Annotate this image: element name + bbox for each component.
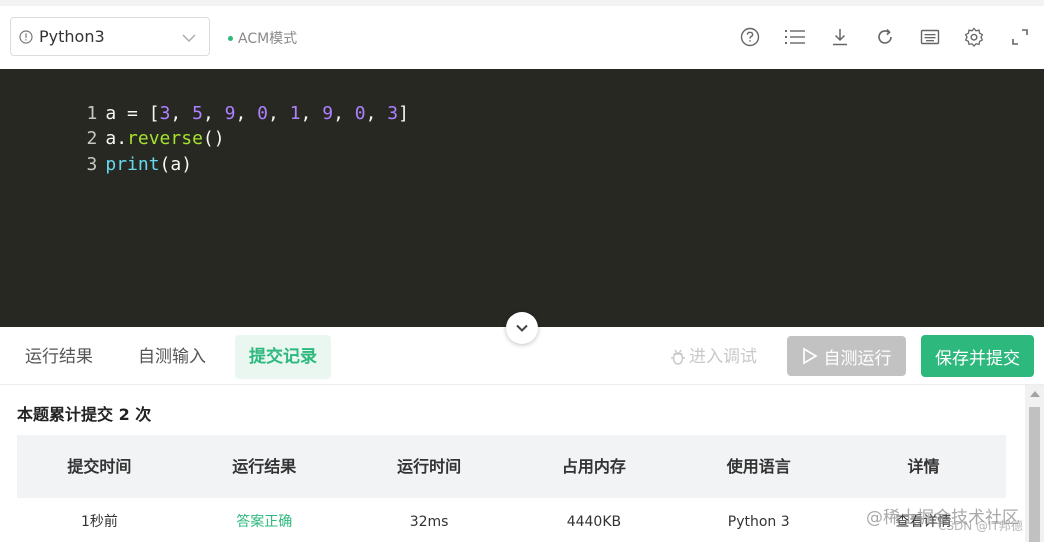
run-test-button[interactable]: 自测运行 (787, 336, 906, 376)
watermark-sub: CSDN @IT邦德 (938, 519, 1023, 533)
collapse-panel-button[interactable] (506, 312, 538, 344)
code-token: ] (398, 103, 409, 124)
code-token: () (202, 128, 225, 149)
code-number: 9 (322, 103, 334, 124)
column-header: 详情 (907, 457, 940, 476)
table-header: 提交时间 运行结果 运行时间 占用内存 使用语言 详情 (17, 435, 1006, 498)
language-cell: Python 3 (727, 514, 790, 530)
keyboard-icon[interactable] (919, 26, 941, 48)
column-header: 运行时间 (397, 457, 462, 476)
result-status-cell: 答案正确 (236, 514, 293, 530)
code-token: ( (159, 154, 171, 175)
submit-time-cell: 1秒前 (80, 514, 118, 530)
submission-table: 提交时间 运行结果 运行时间 占用内存 使用语言 详情 1秒前 答案正确 32m… (17, 435, 1006, 542)
table-row: 1秒前 答案正确 32ms 4440KB Python 3 查看详情 (17, 498, 1006, 542)
code-number: 1 (289, 103, 301, 124)
code-token: , (268, 103, 290, 124)
submission-panel: 本题累计提交 2 次 提交时间 运行结果 运行时间 占用内存 使用语言 详情 1… (0, 385, 1044, 542)
bug-icon (671, 349, 685, 365)
code-number: 0 (257, 103, 268, 124)
runtime-cell: 32ms (409, 514, 449, 530)
code-number: 3 (387, 103, 399, 124)
code-token: ) (181, 154, 193, 175)
code-editor[interactable]: 1a = [3, 5, 9, 0, 1, 9, 0, 3] 2 a.reverse… (0, 69, 1044, 327)
help-icon[interactable] (739, 26, 761, 48)
list-icon[interactable] (784, 26, 806, 48)
column-header: 运行结果 (232, 457, 297, 476)
debug-button[interactable]: 进入调试 (669, 335, 757, 379)
line-number: 3 (86, 154, 98, 175)
code-line: 3 print(a) (0, 126, 193, 175)
code-number: 9 (224, 103, 236, 124)
code-line: 1a = [3, 5, 9, 0, 1, 9, 0, 3] (0, 75, 409, 124)
refresh-icon[interactable] (874, 26, 896, 48)
code-token: , (365, 103, 388, 124)
code-token: , (333, 103, 355, 124)
code-token: , (300, 103, 323, 124)
code-line: 2 a.reverse() (0, 100, 225, 149)
save-submit-button[interactable]: 保存并提交 (921, 335, 1034, 377)
run-test-label: 自测运行 (823, 348, 892, 369)
collapse-chevron-icon (516, 324, 528, 332)
editor-toolbar (0, 26, 1044, 50)
code-token: , (235, 103, 258, 124)
column-header: 使用语言 (726, 457, 791, 476)
fullscreen-icon[interactable] (1009, 26, 1031, 48)
save-submit-label: 保存并提交 (935, 348, 1020, 369)
tab-custom-input[interactable]: 自测输入 (124, 335, 220, 379)
submission-summary: 本题累计提交 2 次 (17, 405, 152, 424)
code-number: 0 (354, 103, 366, 124)
debug-label: 进入调试 (689, 347, 757, 367)
editor-header: Python3 ACM模式 (0, 6, 1044, 69)
scroll-up-arrow[interactable] (1030, 391, 1040, 397)
memory-cell: 4440KB (566, 514, 622, 530)
code-token: a (170, 154, 182, 175)
tab-run-result[interactable]: 运行结果 (11, 335, 107, 379)
scroll-thumb[interactable] (1029, 407, 1040, 542)
play-icon (802, 347, 818, 365)
download-icon[interactable] (829, 26, 851, 48)
vertical-scrollbar[interactable] (1025, 385, 1044, 542)
column-header: 提交时间 (67, 457, 132, 476)
code-builtin: print (105, 154, 160, 175)
gear-icon[interactable] (963, 26, 985, 48)
tab-submission-history[interactable]: 提交记录 (235, 335, 331, 379)
column-header: 占用内存 (561, 457, 626, 476)
